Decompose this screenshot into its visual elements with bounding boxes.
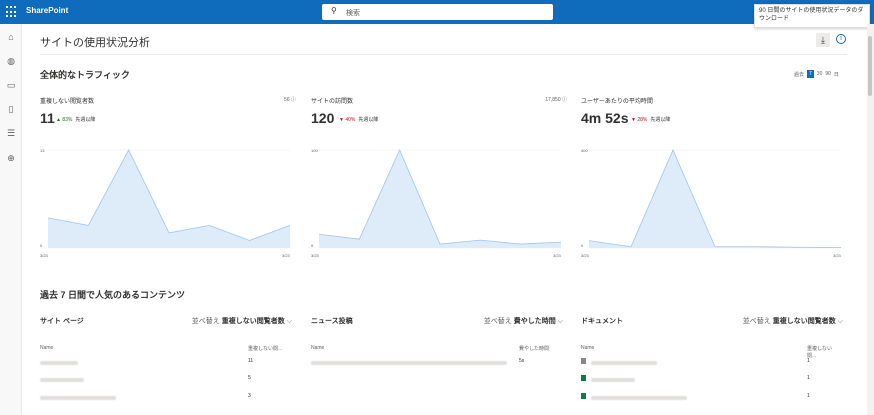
y-tick-zero: 0 <box>311 243 314 248</box>
tile-heading: ドキュメント <box>581 318 623 325</box>
x-tick-end: 3/23 <box>553 253 562 258</box>
metric-label: ユーザーあたりの平均時間 <box>581 99 653 105</box>
sort-dropdown[interactable]: 並べ替え 重複しない閲覧者数 ⌵ <box>192 316 292 326</box>
col-value: 費やした時間 <box>519 346 550 352</box>
brand-name[interactable]: SharePoint <box>26 6 68 15</box>
excel-icon <box>581 393 586 399</box>
x-tick-start: 3/23 <box>40 253 49 258</box>
metric-delta: ▼ 28% 先週以降 <box>631 117 671 123</box>
metric-card-visits: サイトの訪問数 17,850 ⓘ 120 ▼ 40% 先週以降 100 0 3/23 3… <box>311 96 567 271</box>
table-row[interactable]: 5 <box>40 375 292 385</box>
search-box[interactable]: ⚲ 検索 <box>322 4 553 20</box>
page-title: サイトの使用状況分析 <box>40 37 150 49</box>
table-row[interactable]: 1 <box>581 358 833 368</box>
series-line <box>588 148 842 248</box>
chevron-down-icon: ⌵ <box>837 318 843 325</box>
y-tick-zero: 0 <box>40 243 43 248</box>
metric-delta: ▲ 83% 先週以降 <box>56 117 96 123</box>
document-icon[interactable]: ▯ <box>6 104 16 114</box>
range-unit: 日 <box>833 71 839 78</box>
home-icon[interactable]: ⌂ <box>6 32 16 42</box>
col-name: Name <box>581 345 595 351</box>
news-icon[interactable]: ▭ <box>6 80 16 90</box>
file-icon <box>581 358 586 364</box>
sort-dropdown[interactable]: 並べ替え 費やした時間 ⌵ <box>484 316 563 326</box>
time-chart: 400 0 3/23 3/23 <box>581 148 842 258</box>
create-icon[interactable]: ⊕ <box>6 153 16 163</box>
metric-value: 4m 52s <box>581 110 629 126</box>
y-tick-top: 400 <box>581 148 588 153</box>
x-tick-end: 3/23 <box>282 253 291 258</box>
col-name: Name <box>40 345 54 351</box>
x-tick-start: 3/23 <box>581 253 590 258</box>
col-value: 重複しない閲... <box>807 346 833 359</box>
scrollbar-thumb[interactable] <box>868 36 872 96</box>
metric-delta: ▼ 40% 先週以降 <box>339 117 379 123</box>
table-row[interactable]: 1 <box>581 375 833 385</box>
metric-label: サイトの訪問数 <box>311 99 354 105</box>
chevron-down-icon: ⌵ <box>286 318 292 325</box>
range-30[interactable]: 30 <box>817 71 823 77</box>
metric-label: 重複しない閲覧者数 <box>40 99 95 105</box>
area-fill <box>319 150 561 248</box>
range-selector: 過去 7 30 90 日 <box>794 70 839 78</box>
y-tick-top: 100 <box>311 148 318 153</box>
range-7[interactable]: 7 <box>807 70 814 78</box>
tile-site-pages: サイト ページ 並べ替え 重複しない閲覧者数 ⌵ Name 重複しない閲... … <box>40 316 292 415</box>
popular-title: 過去 7 日間で人気のあるコンテンツ <box>40 290 186 300</box>
metric-card-time: ユーザーあたりの平均時間 4m 52s ▼ 28% 先週以降 400 0 3/23 3/… <box>581 96 842 271</box>
search-icon: ⚲ <box>331 6 337 15</box>
metric-value: 120 <box>311 110 335 126</box>
x-tick-end: 3/23 <box>833 253 842 258</box>
info-icon[interactable]: i <box>836 34 846 44</box>
metric-value: 11 <box>40 110 55 126</box>
area-fill <box>589 150 841 248</box>
y-tick-top: 13 <box>40 148 45 153</box>
table-row[interactable]: 11 <box>40 358 292 368</box>
metric-card-viewers: 重複しない閲覧者数 56 ⓘ 11 ▲ 83% 先週以降 13 0 3/23 3/23 <box>40 96 296 271</box>
metric-total: 17,850 ⓘ <box>545 97 567 103</box>
viewers-chart: 13 0 3/23 3/23 <box>40 148 291 258</box>
visits-chart: 100 0 3/23 3/23 <box>311 148 562 258</box>
globe-icon[interactable]: ◍ <box>6 56 16 66</box>
lists-icon[interactable]: ☰ <box>6 128 16 138</box>
tile-news: ニュース投稿 並べ替え 費やした時間 ⌵ Name 費やした時間 5s <box>311 316 563 415</box>
tile-documents: ドキュメント 並べ替え 重複しない閲覧者数 ⌵ Name 重複しない閲... 1… <box>581 316 843 415</box>
download-icon[interactable]: ⤓ <box>816 33 830 47</box>
col-name: Name <box>311 345 325 351</box>
x-tick-start: 3/23 <box>311 253 320 258</box>
series-line <box>318 149 562 245</box>
range-label: 過去 <box>794 71 805 78</box>
top-bar: SharePoint ⚲ 検索 <box>0 0 874 24</box>
left-rail: ⌂ ◍ ▭ ▯ ☰ ⊕ <box>0 24 22 415</box>
metric-total: 56 ⓘ <box>284 97 296 103</box>
table-row[interactable]: 5s <box>311 358 563 368</box>
search-placeholder: 検索 <box>346 10 360 17</box>
main-content: サイトの使用状況分析 ⤓ i 全体的なトラフィック 過去 7 30 90 日 重… <box>23 24 866 415</box>
sort-dropdown[interactable]: 並べ替え 重複しない閲覧者数 ⌵ <box>743 316 843 326</box>
excel-icon <box>581 375 586 381</box>
traffic-title: 全体的なトラフィック <box>40 70 130 80</box>
tile-heading: サイト ページ <box>40 318 84 325</box>
table-row[interactable]: 1 <box>581 393 833 403</box>
app-launcher-icon[interactable] <box>6 6 18 18</box>
col-value: 重複しない閲... <box>248 346 283 352</box>
range-90[interactable]: 90 <box>825 71 831 77</box>
divider <box>40 54 847 55</box>
table-row[interactable]: 3 <box>40 393 292 403</box>
y-tick-zero: 0 <box>581 243 584 248</box>
tile-heading: ニュース投稿 <box>311 318 353 325</box>
chevron-down-icon: ⌵ <box>557 318 563 325</box>
